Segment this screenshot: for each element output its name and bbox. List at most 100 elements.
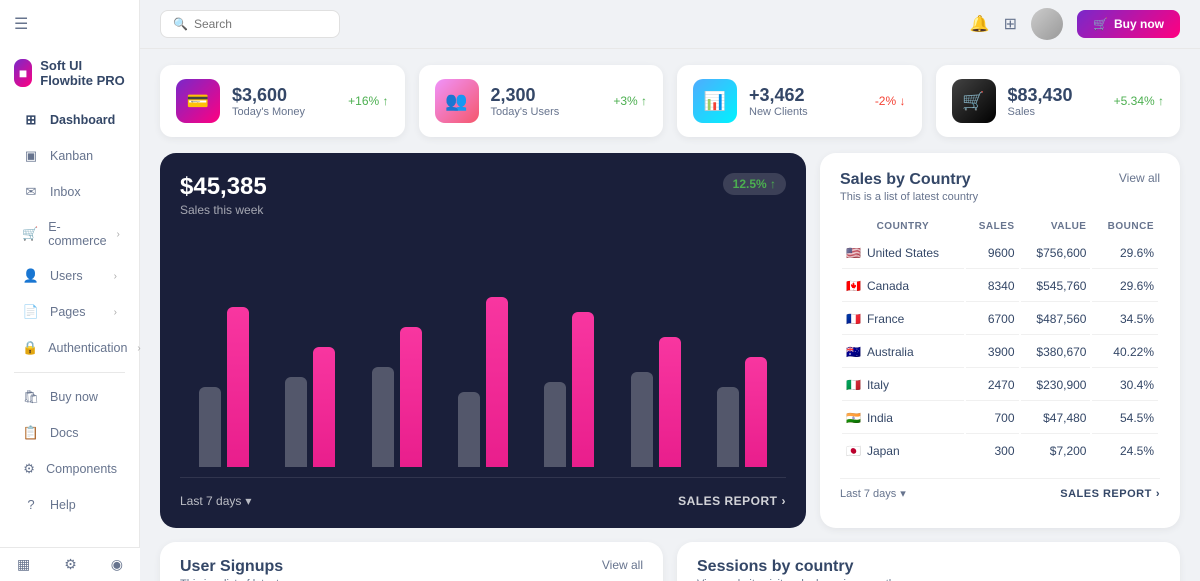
money-icon: 💳	[176, 79, 220, 123]
stat-value-users: 2,300	[491, 85, 602, 106]
sidebar-divider	[14, 372, 125, 373]
ecommerce-icon: 🛒	[22, 226, 38, 242]
sidebar-label-dashboard: Dashboard	[50, 113, 117, 127]
country-footer: Last 7 days ▾ SALES REPORT ›	[840, 478, 1160, 500]
country-bounce: 30.4%	[1092, 370, 1158, 401]
sidebar-item-buynow[interactable]: 🛍 Buy now	[8, 380, 131, 414]
country-value: $756,600	[1021, 238, 1091, 269]
toolbar-icon1[interactable]: ▦	[17, 556, 30, 573]
sidebar-item-docs[interactable]: 📋 Docs	[8, 416, 131, 450]
country-period[interactable]: Last 7 days ▾	[840, 487, 906, 500]
signups-title-block: User Signups This is a list of latest us…	[180, 558, 309, 581]
sidebar-label-pages: Pages	[50, 305, 104, 319]
toolbar-icon3[interactable]: ◉	[111, 556, 123, 573]
sidebar-item-dashboard[interactable]: ⊞ Dashboard	[8, 103, 131, 137]
grid-icon[interactable]: ⊞	[1004, 14, 1017, 34]
stat-change-clients: -2% ↓	[875, 94, 906, 108]
country-bounce: 29.6%	[1092, 238, 1158, 269]
country-report-btn[interactable]: SALES REPORT ›	[1060, 488, 1160, 500]
sidebar-item-ecommerce[interactable]: 🛒 E-commerce ›	[8, 211, 131, 257]
country-bounce: 24.5%	[1092, 436, 1158, 466]
country-name: 🇺🇸United States	[842, 238, 964, 269]
stat-label-users: Today's Users	[491, 106, 602, 118]
bar-pink	[659, 337, 681, 467]
sidebar-item-pages[interactable]: 📄 Pages ›	[8, 295, 131, 329]
sidebar-label-auth: Authentication	[48, 341, 127, 355]
chevron-down-icon: ▾	[245, 494, 251, 508]
bar-pink	[745, 357, 767, 467]
bar-pink	[572, 312, 594, 467]
stat-cards: 💳 $3,600 Today's Money +16% ↑ 👥 2,300 To…	[160, 65, 1180, 137]
country-name: 🇦🇺Australia	[842, 337, 964, 368]
sidebar-item-components[interactable]: ⚙ Components	[8, 452, 131, 486]
country-header: Sales by Country This is a list of lates…	[840, 171, 1160, 203]
country-subtitle: This is a list of latest country	[840, 191, 978, 203]
topbar: 🔍 🔔 ⊞ 🛒 Buy now	[140, 0, 1200, 49]
country-flag: 🇫🇷	[846, 312, 861, 326]
country-bounce: 40.22%	[1092, 337, 1158, 368]
sidebar-item-kanban[interactable]: ▣ Kanban	[8, 139, 131, 173]
bar-group	[190, 307, 258, 467]
sidebar-label-inbox: Inbox	[50, 185, 117, 199]
bar-gray	[372, 367, 394, 467]
sidebar-label-docs: Docs	[50, 426, 117, 440]
sidebar-label-kanban: Kanban	[50, 149, 117, 163]
user-avatar[interactable]	[1031, 8, 1063, 40]
bar-gray	[199, 387, 221, 467]
search-icon: 🔍	[173, 17, 188, 31]
lower-row: User Signups This is a list of latest us…	[160, 542, 1180, 581]
country-value: $487,560	[1021, 304, 1091, 335]
bar-pink	[486, 297, 508, 467]
chart-period[interactable]: Last 7 days ▾	[180, 494, 251, 508]
stat-change-sales: +5.34% ↑	[1114, 94, 1164, 108]
sidebar-item-auth[interactable]: 🔒 Authentication ›	[8, 331, 131, 365]
sidebar-item-users[interactable]: 👤 Users ›	[8, 259, 131, 293]
hamburger-icon[interactable]: ☰	[0, 8, 139, 40]
buy-now-button[interactable]: 🛒 Buy now	[1077, 10, 1180, 38]
arrow-right-icon: ›	[782, 494, 787, 508]
signups-title: User Signups	[180, 558, 309, 576]
search-box[interactable]: 🔍	[160, 10, 340, 38]
sidebar-label-help: Help	[50, 498, 117, 512]
country-report-label: SALES REPORT	[1060, 488, 1152, 500]
toolbar-icon2[interactable]: ⚙	[64, 556, 77, 573]
country-sales: 3900	[966, 337, 1019, 368]
country-flag: 🇯🇵	[846, 444, 861, 458]
sidebar-label-ecommerce: E-commerce	[48, 220, 106, 248]
sidebar-item-inbox[interactable]: ✉ Inbox	[8, 175, 131, 209]
notification-icon[interactable]: 🔔	[970, 14, 990, 34]
arrow-right-icon2: ›	[1156, 488, 1160, 500]
stat-card-sales: 🛒 $83,430 Sales +5.34% ↑	[936, 65, 1181, 137]
list-item: 🇦🇺Australia 3900 $380,670 40.22%	[842, 337, 1158, 368]
sidebar-label-components: Components	[46, 462, 117, 476]
chart-report-btn[interactable]: SALES REPORT ›	[678, 494, 786, 508]
stat-value-clients: +3,462	[749, 85, 863, 106]
chart-badge: 12.5% ↑	[723, 173, 786, 195]
country-sales: 6700	[966, 304, 1019, 335]
bar-group	[276, 347, 344, 467]
sales-icon: 🛒	[952, 79, 996, 123]
country-view-all[interactable]: View all	[1119, 171, 1160, 185]
bar-gray	[717, 387, 739, 467]
stat-info-money: $3,600 Today's Money	[232, 85, 336, 118]
country-value: $47,480	[1021, 403, 1091, 434]
app-logo: ■ Soft UI Flowbite PRO	[0, 48, 139, 102]
country-flag: 🇦🇺	[846, 345, 861, 359]
country-bounce: 29.6%	[1092, 271, 1158, 302]
content-area: 💳 $3,600 Today's Money +16% ↑ 👥 2,300 To…	[140, 49, 1200, 581]
country-value: $380,670	[1021, 337, 1091, 368]
stat-label-money: Today's Money	[232, 106, 336, 118]
sessions-section: Sessions by country View website visitor…	[677, 542, 1180, 581]
bar-gray	[285, 377, 307, 467]
sidebar-item-help[interactable]: ? Help	[8, 488, 131, 521]
country-table: COUNTRY SALES VALUE BOUNCE 🇺🇸United Stat…	[840, 215, 1160, 468]
stat-info-clients: +3,462 New Clients	[749, 85, 863, 118]
signups-view-all[interactable]: View all	[602, 558, 643, 572]
list-item: 🇮🇹Italy 2470 $230,900 30.4%	[842, 370, 1158, 401]
search-input[interactable]	[194, 17, 327, 31]
stat-card-clients: 📊 +3,462 New Clients -2% ↓	[677, 65, 922, 137]
list-item: 🇫🇷France 6700 $487,560 34.5%	[842, 304, 1158, 335]
country-value: $545,760	[1021, 271, 1091, 302]
stat-label-sales: Sales	[1008, 106, 1102, 118]
stat-card-money: 💳 $3,600 Today's Money +16% ↑	[160, 65, 405, 137]
